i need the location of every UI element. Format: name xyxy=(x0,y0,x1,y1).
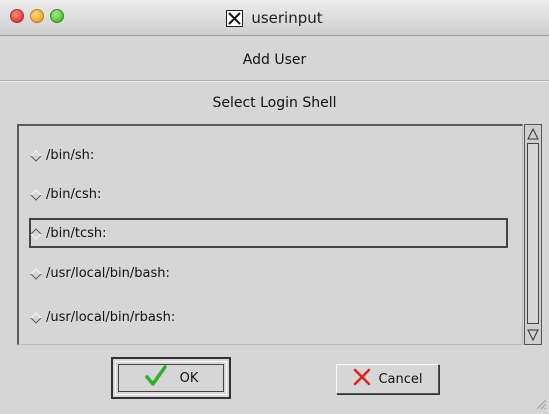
resize-grip-icon[interactable] xyxy=(533,395,547,410)
divider xyxy=(0,80,549,82)
checkmark-icon xyxy=(144,365,168,391)
cancel-button-label: Cancel xyxy=(378,371,423,387)
shell-option-rbash[interactable]: /usr/local/bin/rbash: xyxy=(29,302,508,332)
shell-option-label: /bin/csh: xyxy=(46,186,102,202)
radio-icon[interactable] xyxy=(30,268,42,280)
ok-button-focus-ring xyxy=(118,364,224,392)
shell-option-label: /usr/local/bin/bash: xyxy=(46,265,170,281)
x-cross-icon xyxy=(352,367,372,391)
dialog-heading: Add User xyxy=(242,52,307,68)
scroll-down-arrow-icon[interactable] xyxy=(527,328,539,342)
radio-icon[interactable] xyxy=(30,189,42,201)
radio-icon[interactable] xyxy=(30,312,42,324)
shell-prompt: Select Login Shell xyxy=(212,95,337,111)
cancel-button[interactable]: Cancel xyxy=(336,364,439,394)
vertical-scrollbar[interactable] xyxy=(524,124,542,345)
window-title: userinput xyxy=(251,9,323,27)
ok-button[interactable]: OK xyxy=(111,357,231,399)
shell-option-label: /bin/sh: xyxy=(46,147,95,163)
shell-option-bash[interactable]: /usr/local/bin/bash: xyxy=(29,258,508,288)
shell-option-label: /usr/local/bin/rbash: xyxy=(46,309,176,325)
shell-option-tcsh[interactable]: /bin/tcsh: xyxy=(29,218,508,248)
shell-option-sh[interactable]: /bin/sh: xyxy=(29,140,508,170)
title-bar: userinput xyxy=(0,0,549,36)
radio-selected-icon[interactable] xyxy=(30,228,42,240)
window-title-group: userinput xyxy=(0,0,549,36)
ok-button-label: OK xyxy=(179,370,199,386)
shell-option-csh[interactable]: /bin/csh: xyxy=(29,179,508,209)
radio-icon[interactable] xyxy=(30,150,42,162)
scrollbar-thumb[interactable] xyxy=(527,143,539,324)
shell-list[interactable]: /bin/sh: /bin/csh: /bin/tcsh: /usr/local… xyxy=(17,124,523,345)
shell-option-label: /bin/tcsh: xyxy=(46,225,107,241)
x11-icon xyxy=(226,9,244,27)
scroll-up-arrow-icon[interactable] xyxy=(527,127,539,141)
